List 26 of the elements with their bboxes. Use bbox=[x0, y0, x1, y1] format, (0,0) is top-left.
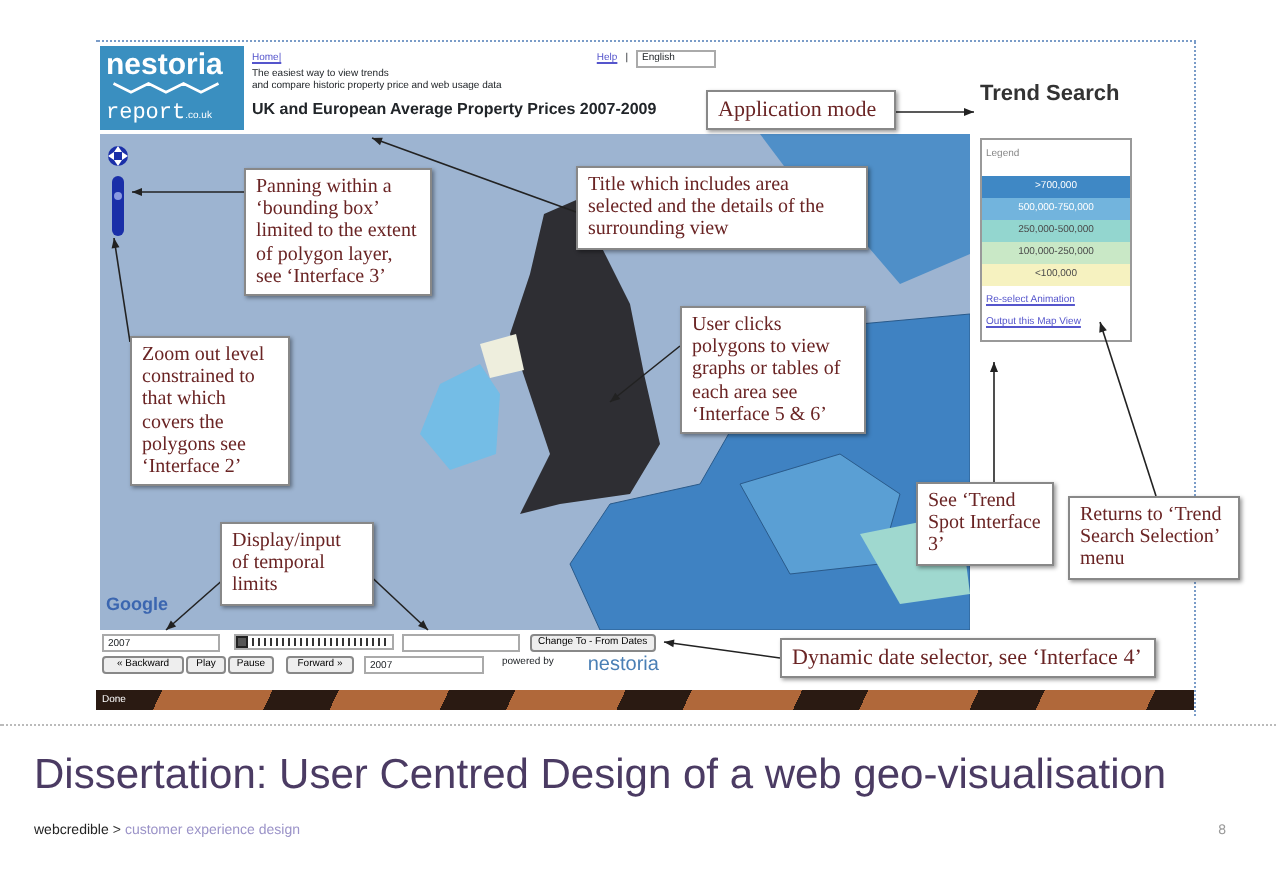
to-date-field[interactable] bbox=[402, 633, 520, 651]
arrow bbox=[895, 108, 975, 116]
slide-title: Dissertation: User Centred Design of a web geo-visualisation bbox=[32, 750, 1169, 799]
slider-thumb[interactable] bbox=[236, 636, 248, 648]
navigation-control-icon[interactable] bbox=[106, 144, 130, 240]
callout-box: Dynamic date selector, see ‘Interface 4’ bbox=[780, 638, 1156, 679]
callout-box: User clicks polygons to view graphs or tables of each area see ‘Interface 5 & 6’ bbox=[680, 306, 866, 434]
map-attribution: Google bbox=[106, 591, 168, 618]
callout-box: See ‘Trend Spot Interface 3’ bbox=[916, 482, 1054, 566]
callout-box: Zoom out level constrained to that which covers the polygons see ‘Interface 2’ bbox=[130, 336, 290, 487]
callout-box: Panning within a ‘bounding box’ limited to the extent of polygon layer, see ‘Interface 3’ bbox=[244, 168, 432, 296]
date-slider[interactable] bbox=[234, 634, 394, 650]
brand-logo-text: nestoria bbox=[587, 651, 659, 679]
arrow bbox=[609, 345, 681, 403]
logo-wordmark: nestoria bbox=[106, 50, 225, 80]
page-title: UK and European Average Property Prices 2007-2009 bbox=[252, 99, 659, 120]
arrow bbox=[990, 361, 998, 483]
mode-title: Trend Search bbox=[980, 80, 1120, 110]
logo-subtitle: report bbox=[106, 102, 186, 126]
callout-box: Title which includes area selected and the details of the surrounding view bbox=[576, 166, 868, 250]
arrow bbox=[663, 639, 781, 659]
callout-box: Application mode bbox=[706, 90, 896, 131]
arrow bbox=[131, 188, 245, 196]
callout-box: Display/input of temporal limits bbox=[220, 522, 374, 606]
callout-box: Returns to ‘Trend Search Selection’ menu bbox=[1068, 496, 1240, 580]
arrow bbox=[111, 237, 131, 343]
